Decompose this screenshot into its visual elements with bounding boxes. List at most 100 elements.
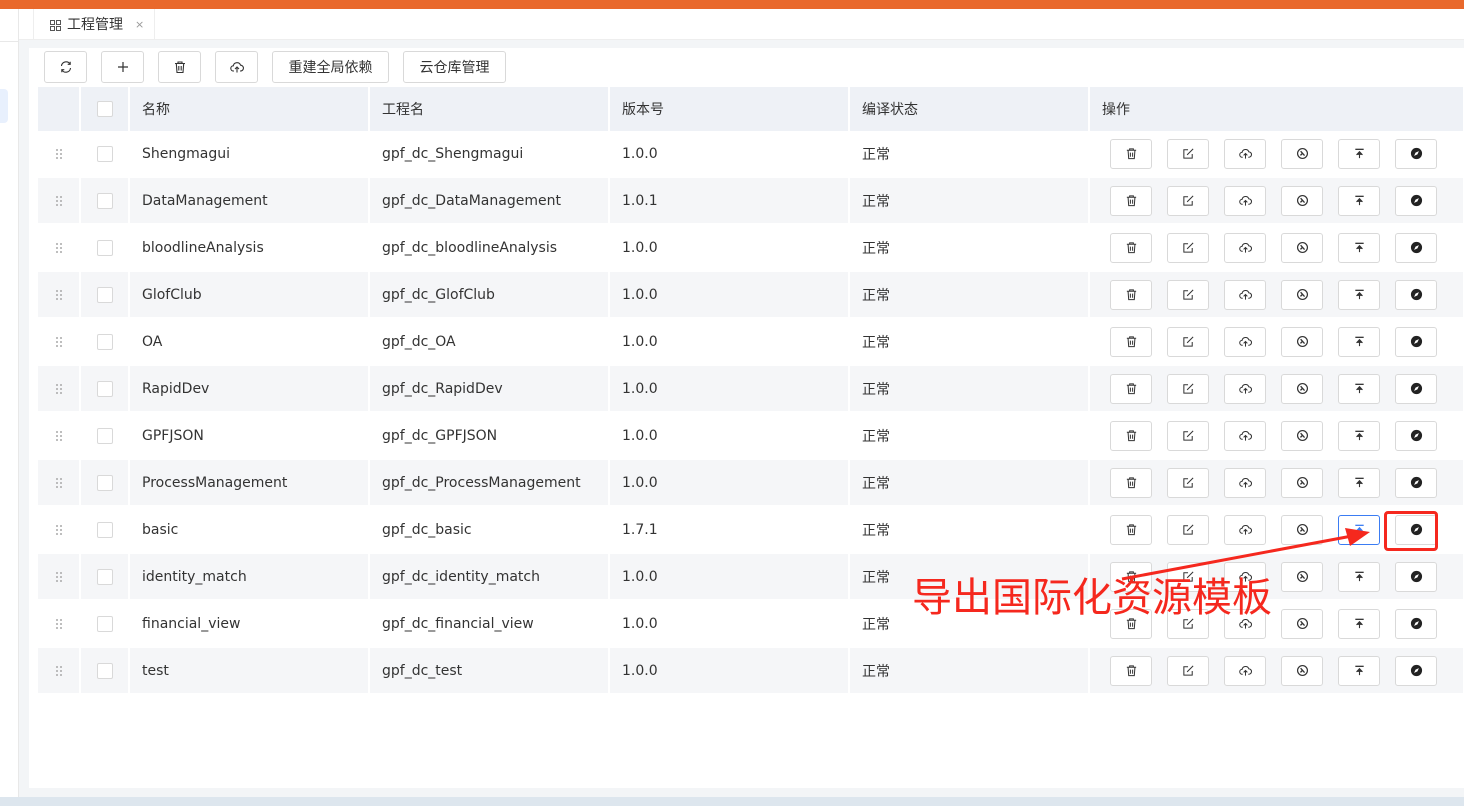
publish-row-button[interactable] (1224, 373, 1266, 404)
drag-handle-icon[interactable] (55, 242, 63, 254)
delete-row-button[interactable] (1110, 279, 1152, 310)
select-cell[interactable] (80, 459, 130, 507)
drag-cell[interactable] (38, 459, 81, 507)
select-cell[interactable] (80, 224, 130, 272)
row-checkbox[interactable] (96, 192, 113, 209)
edit-row-button[interactable] (1167, 185, 1209, 216)
drag-handle-icon[interactable] (55, 336, 63, 348)
row-checkbox[interactable] (96, 521, 113, 538)
row-checkbox[interactable] (96, 239, 113, 256)
tab-project-management[interactable]: 工程管理 × (33, 9, 156, 39)
drag-handle-icon[interactable] (55, 524, 63, 536)
compile-row-button[interactable] (1281, 561, 1323, 592)
select-cell[interactable] (80, 647, 130, 695)
row-checkbox[interactable] (96, 427, 113, 444)
drag-cell[interactable] (38, 131, 81, 178)
publish-row-button[interactable] (1224, 279, 1266, 310)
compile-row-button[interactable] (1281, 232, 1323, 263)
select-cell[interactable] (80, 271, 130, 319)
move-top-row-button[interactable] (1338, 279, 1380, 310)
export-i18n-template-button[interactable] (1395, 279, 1437, 310)
compile-row-button[interactable] (1281, 185, 1323, 216)
move-top-row-button[interactable] (1338, 232, 1380, 263)
delete-button[interactable] (158, 51, 201, 83)
compile-row-button[interactable] (1281, 373, 1323, 404)
delete-row-button[interactable] (1110, 185, 1152, 216)
row-checkbox[interactable] (96, 662, 113, 679)
export-i18n-template-button[interactable] (1395, 138, 1437, 169)
move-top-row-button[interactable] (1338, 467, 1380, 498)
select-cell[interactable] (80, 600, 130, 648)
drag-handle-icon[interactable] (55, 195, 63, 207)
select-cell[interactable] (80, 412, 130, 460)
delete-row-button[interactable] (1110, 655, 1152, 686)
drag-handle-icon[interactable] (55, 477, 63, 489)
drag-cell[interactable] (38, 647, 81, 695)
header-select-all[interactable] (80, 87, 130, 131)
edit-row-button[interactable] (1167, 138, 1209, 169)
move-top-row-button[interactable] (1338, 608, 1380, 639)
publish-row-button[interactable] (1224, 655, 1266, 686)
select-cell[interactable] (80, 177, 130, 225)
compile-row-button[interactable] (1281, 326, 1323, 357)
delete-row-button[interactable] (1110, 373, 1152, 404)
upload-button[interactable] (215, 51, 258, 83)
edit-row-button[interactable] (1167, 232, 1209, 263)
select-cell[interactable] (80, 318, 130, 366)
publish-row-button[interactable] (1224, 514, 1266, 545)
drag-cell[interactable] (38, 553, 81, 601)
publish-row-button[interactable] (1224, 138, 1266, 169)
edit-row-button[interactable] (1167, 467, 1209, 498)
select-all-checkbox[interactable] (96, 101, 113, 117)
close-icon[interactable]: × (135, 18, 144, 31)
rebuild-dependencies-button[interactable]: 重建全局依赖 (272, 51, 389, 83)
move-top-row-button[interactable] (1338, 561, 1380, 592)
edit-row-button[interactable] (1167, 420, 1209, 451)
select-cell[interactable] (80, 131, 130, 178)
drag-cell[interactable] (38, 318, 81, 366)
add-button[interactable] (101, 51, 144, 83)
delete-row-button[interactable] (1110, 420, 1152, 451)
edit-row-button[interactable] (1167, 326, 1209, 357)
export-i18n-template-button[interactable] (1395, 185, 1437, 216)
drag-cell[interactable] (38, 412, 81, 460)
row-checkbox[interactable] (96, 568, 113, 585)
publish-row-button[interactable] (1224, 185, 1266, 216)
export-i18n-template-button[interactable] (1395, 655, 1437, 686)
drag-cell[interactable] (38, 600, 81, 648)
drag-handle-icon[interactable] (55, 665, 63, 677)
row-checkbox[interactable] (96, 615, 113, 632)
delete-row-button[interactable] (1110, 326, 1152, 357)
delete-row-button[interactable] (1110, 232, 1152, 263)
row-checkbox[interactable] (96, 380, 113, 397)
row-checkbox[interactable] (96, 286, 113, 303)
export-i18n-template-button[interactable] (1395, 373, 1437, 404)
publish-row-button[interactable] (1224, 232, 1266, 263)
export-i18n-template-button[interactable] (1395, 561, 1437, 592)
cloud-repo-button[interactable]: 云仓库管理 (403, 51, 506, 83)
drag-handle-icon[interactable] (55, 430, 63, 442)
export-i18n-template-button[interactable] (1395, 608, 1437, 639)
compile-row-button[interactable] (1281, 279, 1323, 310)
compile-row-button[interactable] (1281, 467, 1323, 498)
delete-row-button[interactable] (1110, 138, 1152, 169)
drag-handle-icon[interactable] (55, 289, 63, 301)
drag-cell[interactable] (38, 271, 81, 319)
compile-row-button[interactable] (1281, 420, 1323, 451)
publish-row-button[interactable] (1224, 420, 1266, 451)
edit-row-button[interactable] (1167, 373, 1209, 404)
move-top-row-button[interactable] (1338, 655, 1380, 686)
drag-cell[interactable] (38, 224, 81, 272)
drag-cell[interactable] (38, 177, 81, 225)
select-cell[interactable] (80, 506, 130, 554)
export-i18n-template-button[interactable] (1395, 420, 1437, 451)
compile-row-button[interactable] (1281, 655, 1323, 686)
compile-row-button[interactable] (1281, 608, 1323, 639)
delete-row-button[interactable] (1110, 514, 1152, 545)
row-checkbox[interactable] (96, 333, 113, 350)
drag-handle-icon[interactable] (55, 383, 63, 395)
refresh-button[interactable] (44, 51, 87, 83)
compile-row-button[interactable] (1281, 138, 1323, 169)
drag-handle-icon[interactable] (55, 618, 63, 630)
drag-cell[interactable] (38, 506, 81, 554)
